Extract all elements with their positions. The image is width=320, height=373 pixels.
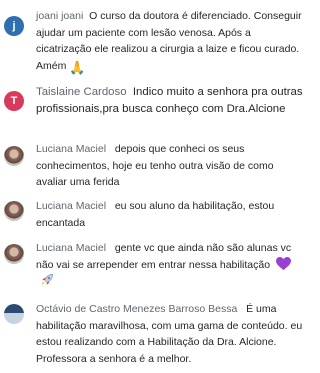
avatar-letter: T: [10, 95, 18, 107]
praying-hands-icon: 🙏: [69, 59, 86, 75]
commenter-name[interactable]: Luciana Maciel: [36, 143, 106, 155]
commenter-name[interactable]: Luciana Maciel: [36, 242, 106, 254]
rocket-icon: [41, 274, 53, 286]
avatar[interactable]: [4, 304, 24, 324]
avatar[interactable]: [4, 201, 24, 221]
comment-text-block: Luciana Maciel depois que conheci os seu…: [36, 141, 306, 191]
comment-text-block: Octávio de Castro Menezes Barroso Bessa …: [36, 301, 306, 367]
comment-text-block: Luciana Maciel gente vc que ainda não sã…: [36, 240, 306, 290]
avatar[interactable]: T: [4, 91, 24, 111]
commenter-name[interactable]: joani joani: [36, 10, 83, 22]
comment-text-block: Taislaine Cardoso Indico muito a senhora…: [36, 84, 306, 119]
commenter-name[interactable]: Taislaine Cardoso: [36, 86, 127, 98]
avatar[interactable]: j: [4, 16, 24, 36]
avatar[interactable]: [4, 244, 24, 264]
comment-list: j joani joani O curso da doutora é difer…: [0, 0, 309, 373]
commenter-name[interactable]: Luciana Maciel: [36, 200, 106, 212]
purple-heart-icon: [276, 256, 291, 270]
avatar-letter: j: [12, 20, 16, 32]
comment-text-block: Luciana Maciel eu sou aluno da habilitaç…: [36, 198, 306, 231]
commenter-name[interactable]: Octávio de Castro Menezes Barroso Bessa: [36, 303, 237, 315]
comment-text-block: joani joani O curso da doutora é diferen…: [36, 8, 306, 75]
avatar[interactable]: [4, 146, 24, 166]
